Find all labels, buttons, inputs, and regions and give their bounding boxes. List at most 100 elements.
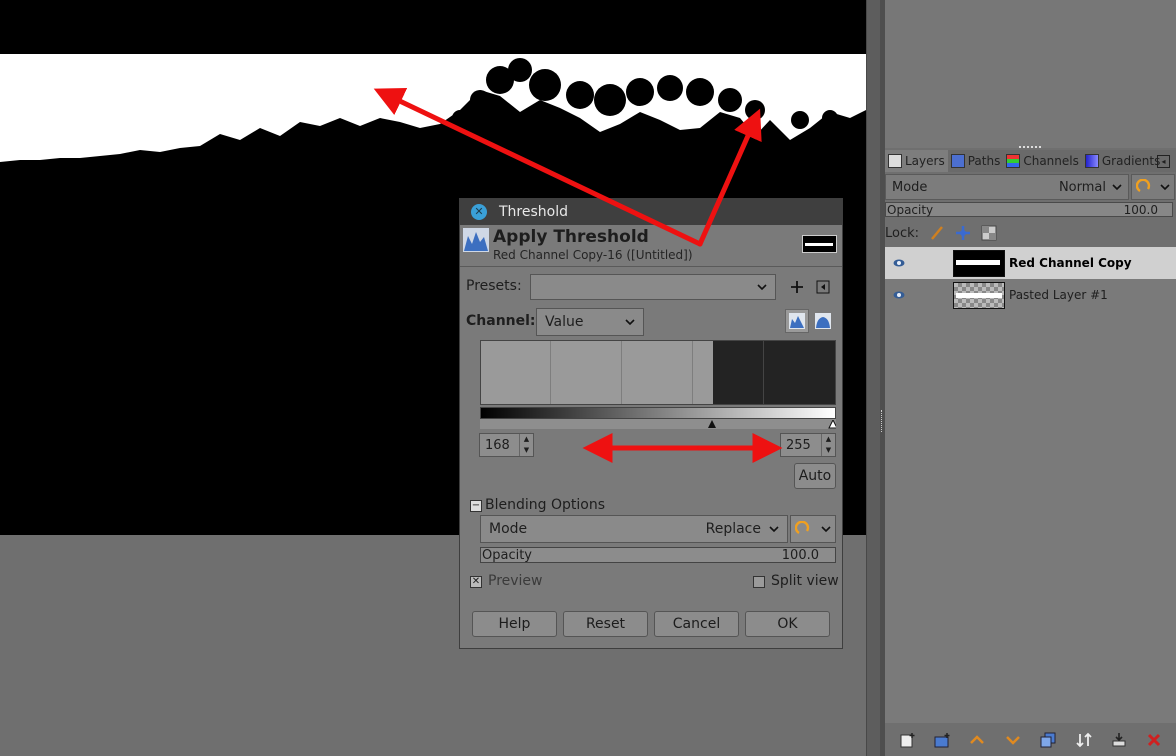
eye-visibility-icon[interactable] — [893, 257, 905, 269]
channel-combo[interactable]: Value — [536, 308, 644, 336]
blend-composite-combo[interactable] — [790, 515, 836, 543]
histogram-cell — [481, 341, 551, 404]
tab-layers-label: Layers — [905, 154, 945, 168]
log-histogram-icon — [815, 313, 831, 329]
threshold-slider-track[interactable] — [480, 418, 838, 429]
reset-swirl-icon — [795, 521, 810, 535]
merge-layer-icon[interactable] — [1110, 731, 1128, 749]
threshold-handles — [708, 418, 838, 429]
log-histogram-button[interactable] — [811, 309, 835, 333]
layer-mode-reset-combo[interactable] — [1131, 174, 1175, 200]
presets-menu-button[interactable] — [811, 275, 835, 299]
dialog-subtitle: Red Channel Copy-16 ([Untitled]) — [493, 248, 693, 262]
thumbnail-highlight — [956, 260, 1000, 265]
histogram-cell — [693, 341, 713, 404]
layer-row-pasted-layer[interactable]: Pasted Layer #1 — [885, 279, 1176, 311]
help-button[interactable]: Help — [472, 611, 557, 637]
blending-options-label[interactable]: Blending Options — [485, 497, 605, 513]
presets-combo[interactable] — [530, 274, 776, 300]
low-threshold-spinner[interactable]: 168 ▲ ▼ — [479, 433, 534, 457]
ok-button[interactable]: OK — [745, 611, 830, 637]
layer-name: Pasted Layer #1 — [1009, 288, 1108, 302]
delete-layer-icon[interactable] — [1145, 731, 1163, 749]
dialog-window-title: Threshold — [499, 204, 568, 220]
split-view-checkbox[interactable] — [753, 576, 765, 588]
eye-visibility-icon[interactable] — [893, 289, 905, 301]
auto-button[interactable]: Auto — [794, 463, 836, 489]
presets-label: Presets: — [466, 278, 522, 294]
tab-paths[interactable]: Paths — [948, 150, 1004, 172]
menu-left-icon — [816, 280, 830, 294]
histogram-cell — [622, 341, 693, 404]
high-threshold-handle — [828, 418, 838, 429]
new-layer-icon[interactable] — [898, 731, 916, 749]
layer-thumbnail — [953, 250, 1005, 277]
linear-histogram-icon — [789, 313, 805, 329]
gradients-icon — [1084, 154, 1099, 168]
layer-opacity-value: 100.0 — [1123, 202, 1158, 217]
reset-swirl-icon — [1136, 179, 1151, 193]
low-threshold-value: 168 — [485, 437, 510, 453]
duplicate-layer-icon[interactable] — [1039, 731, 1057, 749]
layer-thumbnail — [953, 282, 1005, 309]
reset-button[interactable]: Reset — [563, 611, 648, 637]
tab-channels[interactable]: Channels — [1003, 150, 1082, 172]
spinner-arrows[interactable]: ▲ ▼ — [519, 434, 533, 456]
panel-resize-handle[interactable] — [1019, 146, 1041, 148]
layer-mode-combo[interactable]: Mode Normal — [885, 174, 1129, 200]
threshold-histogram[interactable] — [480, 340, 836, 405]
channels-icon — [1006, 154, 1021, 168]
chevron-down-icon — [769, 526, 779, 533]
channel-value: Value — [545, 314, 584, 330]
chevron-down-icon — [821, 526, 831, 533]
split-view-label[interactable]: Split view — [771, 573, 839, 589]
blending-expander-toggle[interactable]: − — [470, 500, 482, 512]
value-gradient-bar — [480, 407, 836, 419]
histogram-cell — [551, 341, 622, 404]
blend-mode-combo[interactable]: Mode Replace — [480, 515, 788, 543]
header-divider — [460, 266, 842, 267]
lower-layer-icon[interactable] — [1004, 731, 1022, 749]
spinner-arrows[interactable]: ▲ ▼ — [821, 434, 835, 456]
linear-histogram-button[interactable] — [785, 309, 809, 333]
lock-position-icon[interactable] — [955, 225, 971, 241]
preview-label[interactable]: Preview — [488, 573, 543, 589]
chevron-down-icon — [757, 284, 767, 291]
tab-gradients[interactable]: Gradients — [1082, 150, 1163, 172]
close-icon[interactable]: ✕ — [471, 204, 487, 220]
paths-icon — [950, 154, 965, 168]
layers-list: Red Channel Copy Pasted Layer #1 — [885, 247, 1176, 723]
blend-mode-label: Mode — [489, 521, 528, 537]
tab-gradients-label: Gradients — [1101, 154, 1161, 168]
raise-layer-icon[interactable] — [968, 731, 986, 749]
layer-opacity-slider[interactable]: Opacity 100.0 — [885, 202, 1173, 217]
anchor-layer-icon[interactable] — [1075, 731, 1093, 749]
high-threshold-value: 255 — [786, 437, 811, 453]
new-group-icon[interactable] — [933, 731, 951, 749]
upper-dock-panel — [885, 0, 1176, 148]
layers-dock: Layers Paths Channels Gradients ◂ Mode N… — [885, 0, 1176, 756]
dock-resize-handle[interactable] — [881, 410, 884, 432]
high-threshold-spinner[interactable]: 255 ▲ ▼ — [780, 433, 836, 457]
blend-mode-value: Replace — [705, 521, 761, 537]
layer-row-red-channel-copy[interactable]: Red Channel Copy — [885, 247, 1176, 279]
blend-opacity-slider[interactable]: Opacity 100.0 — [480, 547, 836, 563]
threshold-dialog: ✕ Threshold Apply Threshold Red Channel … — [459, 198, 843, 649]
threshold-tool-icon — [463, 228, 489, 252]
low-threshold-handle — [708, 420, 716, 428]
blend-opacity-value: 100.0 — [781, 547, 819, 563]
lock-pixels-icon[interactable] — [929, 225, 945, 241]
cancel-button[interactable]: Cancel — [654, 611, 739, 637]
histogram-threshold-range — [713, 341, 764, 404]
preview-checkbox[interactable]: ✕ — [470, 576, 482, 588]
lock-label: Lock: — [885, 225, 920, 241]
add-preset-button[interactable] — [785, 275, 809, 299]
lock-alpha-icon[interactable] — [981, 225, 997, 241]
tab-layers[interactable]: Layers — [885, 150, 948, 172]
chevron-down-icon — [1160, 184, 1170, 191]
dock-menu-icon[interactable]: ◂ — [1157, 155, 1170, 168]
dialog-header: Apply Threshold Red Channel Copy-16 ([Un… — [460, 225, 842, 265]
canvas-vertical-scrollbar[interactable] — [866, 0, 880, 756]
dialog-titlebar[interactable]: ✕ Threshold — [460, 199, 842, 225]
thumbnail-highlight — [956, 293, 1002, 298]
